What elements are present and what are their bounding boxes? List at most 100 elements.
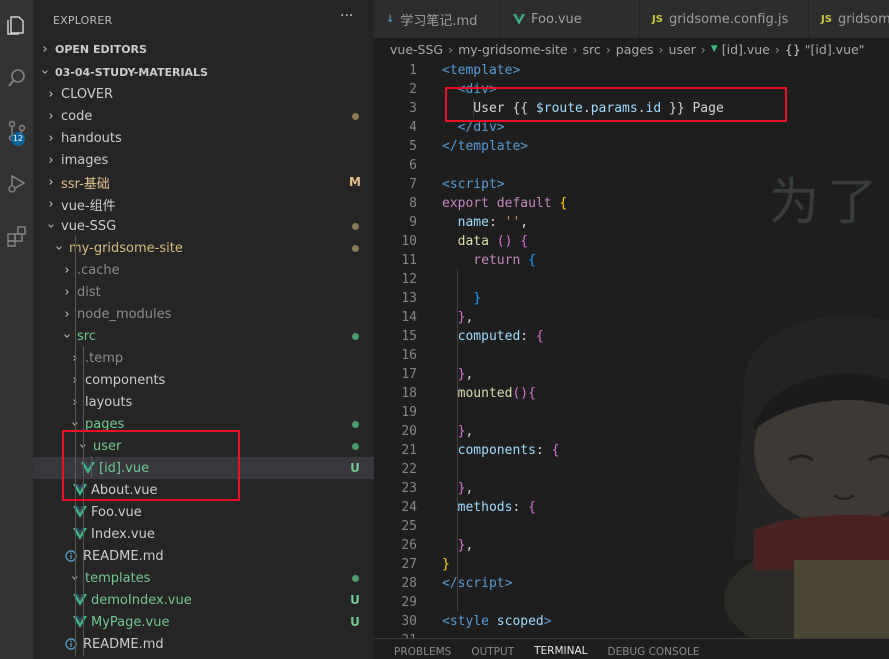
- breadcrumb-item[interactable]: vue-SSG: [390, 42, 443, 57]
- line-number: 28: [401, 576, 417, 591]
- chevron-right-icon: ›: [48, 108, 54, 124]
- extensions-icon[interactable]: [0, 221, 33, 251]
- panel-tab[interactable]: OUTPUT: [471, 646, 514, 659]
- tree-file[interactable]: demoIndex.vue U: [33, 589, 374, 611]
- code-text: return {: [442, 253, 536, 268]
- tree-folder[interactable]: › vue-SSG: [33, 215, 374, 237]
- code-editor[interactable]: 1 <template> 2 <div> 3 User {{ $route.param…: [374, 60, 889, 638]
- tree-file[interactable]: MyPage.vue U: [33, 611, 374, 633]
- panel-tab[interactable]: DEBUG CONSOLE: [608, 646, 700, 659]
- tree-folder[interactable]: › handouts: [33, 127, 374, 149]
- tree-folder[interactable]: ›components: [33, 369, 374, 391]
- tree-item-label: Foo.vue: [91, 504, 142, 520]
- js-icon: JS: [652, 13, 663, 25]
- chevron-right-icon: ›: [48, 86, 54, 102]
- chevron-right-icon: ›: [42, 41, 48, 57]
- breadcrumb-separator: ›: [448, 41, 454, 57]
- explorer-icon[interactable]: [0, 10, 33, 40]
- code-line: 24 methods: {: [374, 498, 889, 517]
- line-number: 1: [409, 63, 417, 78]
- tree-item-label: images: [61, 152, 109, 168]
- line-number: 29: [401, 595, 417, 610]
- code-line: 18 mounted(){: [374, 384, 889, 403]
- code-line: 29: [374, 593, 889, 612]
- code-text: },: [457, 481, 474, 496]
- line-number: 26: [401, 538, 417, 553]
- breadcrumb-item[interactable]: my-gridsome-site: [458, 42, 567, 57]
- tree-folder[interactable]: › .cache: [33, 259, 374, 281]
- explorer-sidebar: EXPLORER ··· › OPEN EDITORS › 03-04-STUD…: [33, 0, 374, 659]
- tree-folder[interactable]: ›layouts: [33, 391, 374, 413]
- tree-file[interactable]: README.md: [33, 545, 374, 567]
- breadcrumb-item[interactable]: src: [583, 42, 601, 57]
- code-line: 6: [374, 156, 889, 175]
- chevron-right-icon: ›: [48, 130, 54, 146]
- more-actions-icon[interactable]: ···: [340, 8, 353, 24]
- code-text: name: '',: [442, 215, 529, 230]
- tree-item-label: vue-SSG: [61, 218, 117, 234]
- code-line: 13 }: [374, 289, 889, 308]
- chevron-down-icon: ›: [37, 69, 53, 75]
- code-line: 14 },: [374, 308, 889, 327]
- workspace-section[interactable]: › 03-04-STUDY-MATERIALS: [33, 61, 374, 83]
- tree-folder[interactable]: › images: [33, 149, 374, 171]
- open-editors-section[interactable]: › OPEN EDITORS: [33, 38, 374, 60]
- breadcrumb-item[interactable]: pages: [616, 42, 654, 57]
- chevron-right-icon: ›: [48, 196, 54, 212]
- tree-folder[interactable]: ›.temp: [33, 347, 374, 369]
- code-text: }: [473, 291, 482, 306]
- panel-tab[interactable]: TERMINAL: [534, 645, 587, 659]
- code-text: </template>: [442, 139, 529, 154]
- code-text: computed: {: [442, 329, 544, 344]
- line-number: 22: [401, 462, 417, 477]
- tab-gridsome-config[interactable]: JS gridsome.config.js: [640, 0, 809, 38]
- breadcrumb-separator: ›: [658, 41, 664, 57]
- line-number: 15: [401, 329, 417, 344]
- line-number: 21: [401, 443, 417, 458]
- tree-file[interactable]: README.md: [33, 633, 374, 655]
- line-number: 24: [401, 500, 417, 515]
- tab-gridsome-server[interactable]: JS gridsome.s: [809, 0, 889, 38]
- tree-folder[interactable]: › CLOVER: [33, 83, 374, 105]
- code-text: },: [457, 310, 474, 325]
- search-icon[interactable]: [0, 63, 33, 93]
- tree-folder[interactable]: ›templates: [33, 567, 374, 589]
- tab-foo-vue[interactable]: Foo.vue: [501, 0, 640, 38]
- tab-notes[interactable]: ↓ 学习笔记.md: [374, 0, 501, 38]
- line-number: 23: [401, 481, 417, 496]
- tree-folder[interactable]: › node_modules: [33, 303, 374, 325]
- tree-file[interactable]: Foo.vue: [33, 501, 374, 523]
- code-text: },: [457, 424, 474, 439]
- chevron-right-icon: ›: [48, 174, 54, 190]
- tree-folder[interactable]: › dist: [33, 281, 374, 303]
- code-line: 11 return {: [374, 251, 889, 270]
- breadcrumb-item[interactable]: "[id].vue": [805, 42, 865, 57]
- code-text: export default {: [442, 196, 568, 211]
- tree-item-label: components: [85, 372, 166, 388]
- code-line: 19: [374, 403, 889, 422]
- line-number: 30: [401, 614, 417, 629]
- code-line: 10 data () {: [374, 232, 889, 251]
- tree-item-label: .temp: [85, 350, 124, 366]
- breadcrumb-item[interactable]: user: [669, 42, 696, 57]
- tree-folder[interactable]: › src: [33, 325, 374, 347]
- tree-item-label: demoIndex.vue: [91, 592, 192, 608]
- panel-tab[interactable]: PROBLEMS: [394, 646, 451, 659]
- breadcrumb-item[interactable]: [id].vue: [722, 42, 770, 57]
- tree-folder[interactable]: › code: [33, 105, 374, 127]
- editor-tabs: ↓ 学习笔记.md Foo.vue JS gridsome.config.js …: [374, 0, 889, 38]
- code-line: 16: [374, 346, 889, 365]
- markdown-icon: ↓: [386, 13, 395, 25]
- run-debug-icon[interactable]: [0, 168, 33, 198]
- git-status-indicator: [348, 325, 362, 347]
- tree-folder[interactable]: › vue-组件: [33, 193, 374, 215]
- line-number: 13: [401, 291, 417, 306]
- tree-file[interactable]: Index.vue: [33, 523, 374, 545]
- tree-folder[interactable]: › ssr-基础 M: [33, 171, 374, 193]
- chevron-right-icon: ›: [64, 284, 70, 300]
- code-line: 22: [374, 460, 889, 479]
- object-icon: {}: [784, 41, 801, 57]
- git-status-indicator: U: [350, 615, 360, 629]
- tree-folder[interactable]: › my-gridsome-site: [33, 237, 374, 259]
- breadcrumb-separator: ›: [572, 41, 578, 57]
